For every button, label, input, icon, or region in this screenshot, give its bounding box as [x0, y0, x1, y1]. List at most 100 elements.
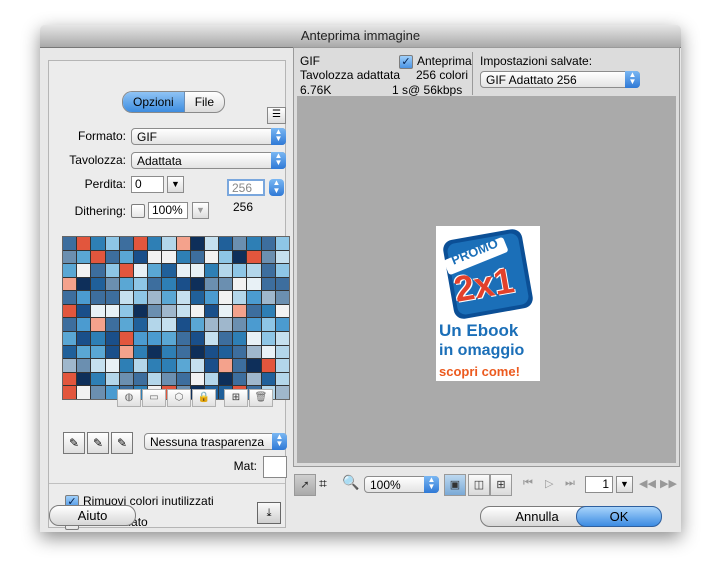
palette-swatch[interactable] — [176, 359, 190, 372]
web-snap-icon[interactable]: ▭ — [142, 389, 166, 407]
dither-slider-toggle[interactable]: ▼ — [192, 202, 209, 219]
palette-swatch[interactable] — [77, 237, 91, 250]
palette-swatch[interactable] — [105, 291, 119, 304]
palette-swatch[interactable] — [204, 264, 219, 277]
palette-swatch[interactable] — [105, 237, 119, 250]
prev-frame-icon[interactable]: ◀◀ — [639, 477, 656, 490]
palette-swatch[interactable] — [233, 264, 247, 277]
four-up-view-icon[interactable]: ⊞ — [490, 474, 512, 496]
palette-swatch[interactable] — [77, 250, 91, 264]
palette-swatch[interactable] — [119, 291, 133, 304]
palette-swatch[interactable] — [91, 277, 105, 291]
palette-swatch[interactable] — [261, 359, 275, 372]
palette-swatch[interactable] — [233, 304, 247, 318]
palette-swatch[interactable] — [176, 332, 190, 345]
mat-color-swatch[interactable] — [263, 456, 287, 478]
palette-swatch[interactable] — [77, 372, 91, 386]
palette-swatch[interactable] — [77, 345, 91, 359]
palette-swatch[interactable] — [176, 237, 190, 250]
palette-swatch[interactable] — [247, 264, 261, 277]
palette-swatch[interactable] — [247, 237, 261, 250]
ok-button[interactable]: OK — [576, 506, 662, 527]
saved-settings-select[interactable]: GIF Adattato 256 ▲ ▼ — [480, 71, 640, 88]
palette-swatch[interactable] — [275, 332, 289, 345]
palette-swatch[interactable] — [148, 291, 162, 304]
palette-swatch[interactable] — [247, 250, 261, 264]
palette-swatch[interactable] — [148, 250, 162, 264]
palette-swatch[interactable] — [119, 345, 133, 359]
palette-swatch[interactable] — [233, 345, 247, 359]
palette-swatch[interactable] — [261, 318, 275, 332]
palette-swatch[interactable] — [105, 250, 119, 264]
palette-swatch[interactable] — [247, 345, 261, 359]
palette-swatch[interactable] — [275, 237, 289, 250]
palette-swatch[interactable] — [77, 386, 91, 399]
palette-swatch[interactable] — [219, 332, 233, 345]
palette-swatch[interactable] — [190, 332, 204, 345]
zoom-select[interactable]: 100% ▲ ▼ — [364, 476, 439, 493]
palette-swatch[interactable] — [77, 304, 91, 318]
palette-swatch[interactable] — [133, 318, 148, 332]
single-view-icon[interactable]: ▣ — [444, 474, 466, 496]
palette-swatch[interactable] — [162, 304, 176, 318]
palette-swatch[interactable] — [219, 359, 233, 372]
palette-swatch[interactable] — [133, 345, 148, 359]
palette-swatch[interactable] — [63, 345, 77, 359]
palette-swatch[interactable] — [261, 332, 275, 345]
palette-swatch[interactable] — [105, 318, 119, 332]
palette-swatch[interactable] — [162, 291, 176, 304]
palette-swatch[interactable] — [219, 304, 233, 318]
preview-checkbox[interactable]: ✓ — [399, 55, 413, 69]
palette-swatch[interactable] — [190, 237, 204, 250]
palette-swatch[interactable] — [63, 318, 77, 332]
palette-swatch[interactable] — [63, 304, 77, 318]
palette-swatch[interactable] — [105, 332, 119, 345]
palette-swatch[interactable] — [119, 264, 133, 277]
palette-swatch[interactable] — [247, 304, 261, 318]
dither-checkbox[interactable] — [131, 204, 145, 218]
palette-swatch[interactable] — [63, 359, 77, 372]
palette-swatch[interactable] — [105, 359, 119, 372]
palette-swatch[interactable] — [233, 332, 247, 345]
palette-swatch[interactable] — [91, 386, 105, 399]
palette-swatch[interactable] — [119, 304, 133, 318]
palette-select[interactable]: Adattata ▲ ▼ — [131, 152, 286, 169]
palette-swatch[interactable] — [105, 264, 119, 277]
palette-swatch[interactable] — [233, 291, 247, 304]
tab-file[interactable]: File — [185, 92, 224, 112]
palette-swatch[interactable] — [162, 345, 176, 359]
palette-swatch[interactable] — [133, 372, 148, 386]
colors-stepper[interactable]: ▲ ▼ — [269, 179, 284, 196]
palette-swatch[interactable] — [148, 304, 162, 318]
format-select[interactable]: GIF ▲ ▼ — [131, 128, 286, 145]
palette-swatch[interactable] — [261, 277, 275, 291]
palette-swatch[interactable] — [219, 345, 233, 359]
palette-swatch[interactable] — [275, 359, 289, 372]
palette-swatch[interactable] — [63, 277, 77, 291]
palette-swatch[interactable] — [162, 318, 176, 332]
palette-swatch[interactable] — [77, 291, 91, 304]
palette-swatch[interactable] — [261, 304, 275, 318]
palette-swatch[interactable] — [133, 277, 148, 291]
palette-swatch[interactable] — [91, 237, 105, 250]
palette-swatch[interactable] — [261, 345, 275, 359]
eyedropper-icon[interactable]: ✎ — [63, 432, 85, 454]
palette-swatch[interactable] — [233, 372, 247, 386]
color-palette-grid[interactable] — [62, 236, 290, 400]
palette-swatch[interactable] — [119, 318, 133, 332]
palette-swatch[interactable] — [176, 304, 190, 318]
export-icon[interactable]: ⤓ — [257, 502, 281, 524]
palette-swatch[interactable] — [176, 372, 190, 386]
last-frame-icon[interactable]: ⏭ — [565, 477, 575, 490]
palette-swatch[interactable] — [233, 318, 247, 332]
palette-swatch[interactable] — [275, 345, 289, 359]
palette-swatch[interactable] — [63, 332, 77, 345]
palette-swatch[interactable] — [275, 304, 289, 318]
palette-swatch[interactable] — [176, 277, 190, 291]
frame-input[interactable]: 1 — [585, 476, 613, 493]
palette-swatch[interactable] — [247, 332, 261, 345]
palette-swatch[interactable] — [219, 291, 233, 304]
palette-swatch[interactable] — [162, 372, 176, 386]
palette-swatch[interactable] — [148, 332, 162, 345]
palette-swatch[interactable] — [63, 291, 77, 304]
